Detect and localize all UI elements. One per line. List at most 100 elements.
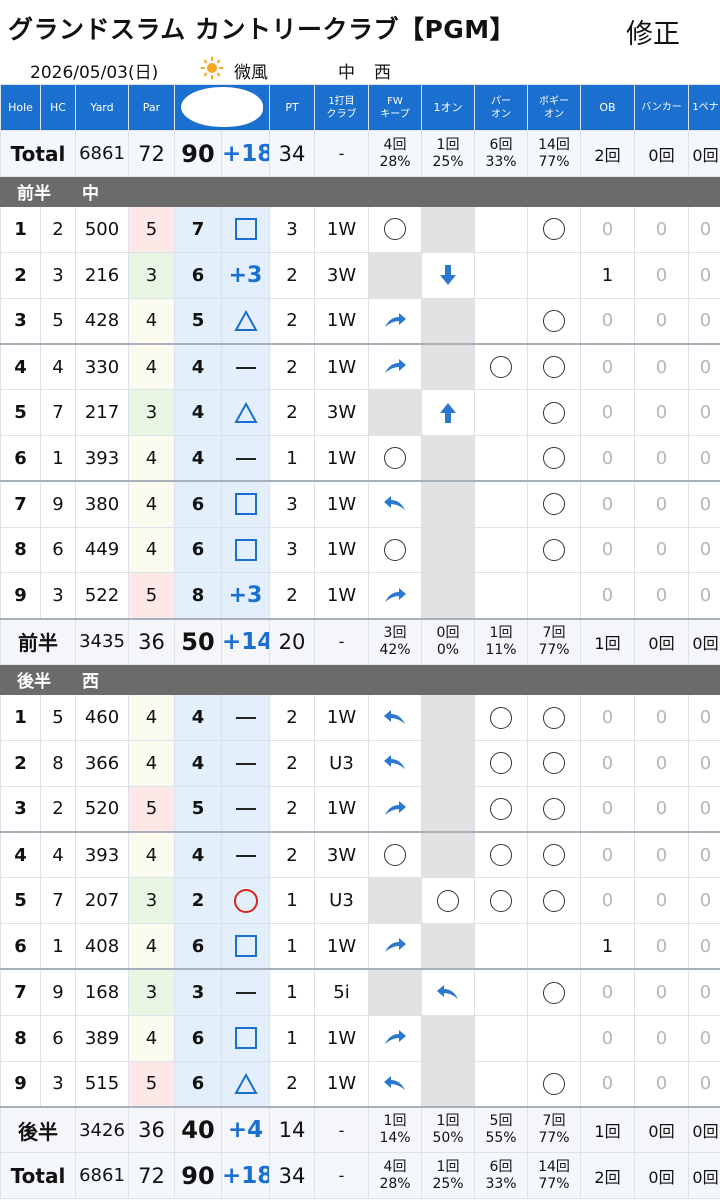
hole-row[interactable]: 2 8 366 4 4 2 U3 0 0 0 bbox=[0, 739, 720, 787]
hole-score: 6 bbox=[174, 1014, 222, 1062]
hole-hc: 6 bbox=[40, 1014, 76, 1062]
hole-yard: 449 bbox=[75, 526, 129, 574]
hole-row[interactable]: 7 9 380 4 6 3 1W 0 0 0 bbox=[0, 480, 720, 528]
hole-row[interactable]: 7 9 168 3 3 1 5i 0 0 0 bbox=[0, 968, 720, 1016]
hole-row[interactable]: 1 5 460 4 4 2 1W 0 0 0 bbox=[0, 694, 720, 741]
sun-icon bbox=[200, 56, 224, 80]
arrow-right-icon bbox=[385, 359, 406, 374]
hole-score: 6 bbox=[174, 923, 222, 971]
hole-ob: 0 bbox=[580, 572, 635, 620]
hole-pena: 0 bbox=[688, 206, 720, 253]
hole-tee-club: U3 bbox=[314, 877, 369, 925]
redaction-blob bbox=[181, 87, 263, 127]
summary-ob: 1回 bbox=[580, 1106, 635, 1154]
hole-fw bbox=[368, 831, 422, 879]
hole-par-on bbox=[474, 389, 528, 436]
hole-row[interactable]: 5 7 207 3 2 1 U3 0 0 0 bbox=[0, 877, 720, 925]
hole-bunker: 0 bbox=[634, 1060, 689, 1108]
hole-score-mark bbox=[221, 739, 270, 787]
hole-score: 5 bbox=[174, 297, 222, 345]
back-nine-header-course: 西 bbox=[75, 664, 720, 696]
hole-row[interactable]: 9 3 522 5 8 +3 2 1W 0 0 0 bbox=[0, 572, 720, 620]
hole-row[interactable]: 5 7 217 3 4 2 3W 0 0 0 bbox=[0, 389, 720, 436]
hole-pena: 0 bbox=[688, 343, 720, 391]
hole-yard: 168 bbox=[75, 968, 129, 1016]
hole-putts: 2 bbox=[269, 694, 315, 741]
hole-score-mark bbox=[221, 389, 270, 436]
col-yard: Yard bbox=[75, 84, 129, 131]
hole-row[interactable]: 4 4 393 4 4 2 3W 0 0 0 bbox=[0, 831, 720, 879]
hole-number: 7 bbox=[0, 968, 41, 1016]
hole-tee-club: 1W bbox=[314, 694, 369, 741]
summary-bogey-on-count: 14回 bbox=[538, 1158, 570, 1175]
hole-par-on bbox=[474, 297, 528, 345]
ring-icon bbox=[384, 447, 406, 470]
hole-par: 4 bbox=[128, 434, 175, 483]
summary-bogey-on-percent: 77% bbox=[538, 1130, 570, 1147]
hole-par: 5 bbox=[128, 785, 175, 834]
summary-bunker: 0回 bbox=[634, 1106, 689, 1154]
hole-row[interactable]: 9 3 515 5 6 2 1W 0 0 0 bbox=[0, 1060, 720, 1108]
col-hole: Hole bbox=[0, 84, 41, 131]
edit-button[interactable]: 修正 bbox=[626, 12, 680, 51]
summary-diff: +4 bbox=[221, 1106, 270, 1154]
hole-row[interactable]: 2 3 216 3 6 +3 2 3W 1 0 0 bbox=[0, 251, 720, 299]
ring-icon bbox=[543, 844, 565, 867]
hole-bunker: 0 bbox=[634, 251, 689, 299]
ring-icon bbox=[543, 889, 565, 912]
summary-diff: +14 bbox=[221, 618, 270, 666]
hole-row[interactable]: 6 1 408 4 6 1 1W 1 0 0 bbox=[0, 923, 720, 971]
hole-par: 4 bbox=[128, 694, 175, 741]
hole-putts: 2 bbox=[269, 297, 315, 345]
summary-par-on: 6回 33% bbox=[474, 1152, 528, 1200]
hole-fw bbox=[368, 434, 422, 483]
hole-bogey-on bbox=[527, 968, 581, 1016]
hole-row[interactable]: 4 4 330 4 4 2 1W 0 0 0 bbox=[0, 343, 720, 391]
hole-par-on bbox=[474, 206, 528, 253]
summary-one-on-percent: 50% bbox=[432, 1130, 464, 1147]
hole-bogey-on bbox=[527, 785, 581, 834]
col-club: 1打目 クラブ bbox=[314, 84, 369, 131]
hole-score: 6 bbox=[174, 526, 222, 574]
hole-pena: 0 bbox=[688, 526, 720, 574]
hole-par-on bbox=[474, 572, 528, 620]
hole-hc: 7 bbox=[40, 877, 76, 925]
back-nine-header: 後半西 bbox=[0, 664, 720, 696]
hole-score-mark bbox=[221, 480, 270, 528]
hole-row[interactable]: 3 2 520 5 5 2 1W 0 0 0 bbox=[0, 785, 720, 834]
hole-par-on bbox=[474, 480, 528, 528]
hole-fw bbox=[368, 572, 422, 620]
hole-yard: 460 bbox=[75, 694, 129, 741]
hole-score: 5 bbox=[174, 785, 222, 834]
summary-one-on-count: 1回 bbox=[436, 1113, 460, 1130]
summary-club: - bbox=[314, 1106, 369, 1154]
ring-icon bbox=[543, 309, 565, 332]
hole-row[interactable]: 8 6 449 4 6 3 1W 0 0 0 bbox=[0, 526, 720, 574]
bogey-square-icon bbox=[234, 935, 257, 958]
hole-tee-club: 1W bbox=[314, 343, 369, 391]
hole-bogey-on bbox=[527, 572, 581, 620]
hole-yard: 389 bbox=[75, 1014, 129, 1062]
hole-hc: 1 bbox=[40, 923, 76, 971]
hole-score: 4 bbox=[174, 831, 222, 879]
arrow-up-icon bbox=[440, 402, 456, 423]
hole-row[interactable]: 6 1 393 4 4 1 1W 0 0 0 bbox=[0, 434, 720, 483]
hole-pena: 0 bbox=[688, 739, 720, 787]
hole-putts: 3 bbox=[269, 480, 315, 528]
hole-yard: 207 bbox=[75, 877, 129, 925]
ring-icon bbox=[543, 981, 565, 1004]
hole-pena: 0 bbox=[688, 923, 720, 971]
summary-fw-count: 4回 bbox=[383, 136, 407, 153]
hole-pena: 0 bbox=[688, 694, 720, 741]
hole-ob: 0 bbox=[580, 877, 635, 925]
ring-icon bbox=[490, 844, 512, 867]
hole-row[interactable]: 1 2 500 5 7 3 1W 0 0 0 bbox=[0, 206, 720, 253]
hole-row[interactable]: 3 5 428 4 5 2 1W 0 0 0 bbox=[0, 297, 720, 345]
front-course-name: 中 bbox=[338, 63, 355, 83]
hole-bunker: 0 bbox=[634, 343, 689, 391]
ring-icon bbox=[543, 706, 565, 729]
back-nine-header-label: 後半 bbox=[0, 664, 76, 696]
col-par-on-label: パー オン bbox=[491, 95, 511, 120]
hole-row[interactable]: 8 6 389 4 6 1 1W 0 0 0 bbox=[0, 1014, 720, 1062]
par-dash-icon bbox=[235, 457, 256, 460]
